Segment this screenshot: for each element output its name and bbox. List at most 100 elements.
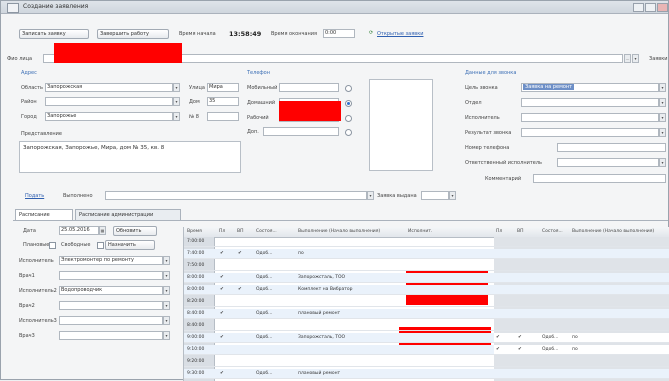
row-vp: ✔ [238,287,242,292]
tab-schedule[interactable]: Расписание [15,209,73,220]
city-field[interactable]: Запорожье [45,112,173,121]
representation-box: Запорожская, Запорожье, Мира, дом № 35, … [19,141,241,173]
finish-work-button[interactable]: Завершить работу [97,29,169,39]
street-field[interactable]: Мира [207,83,239,92]
start-time-label: Время начала [179,31,216,37]
doctor1-field[interactable] [59,271,163,280]
planned-checkbox[interactable] [49,242,56,249]
executor1-label: Исполнитель [19,258,54,264]
col-time: Время [187,229,202,234]
minimize-button[interactable] [633,3,644,12]
close-button[interactable] [657,3,668,12]
executor1-dropdown[interactable]: ▾ [163,256,170,265]
row-pl: ✔ [220,251,224,256]
assign-button[interactable]: Назначить [105,240,155,250]
district-dropdown[interactable]: ▾ [173,97,180,106]
done-dropdown[interactable]: ▾ [367,191,374,200]
row-time: 9:10:00 [187,347,205,352]
call-goal-field[interactable]: Заявка на ремонт [521,83,659,92]
call-result-label: Результат звонка [465,130,512,136]
table-row[interactable]: 7:00:00 [184,237,669,247]
executor2-field[interactable]: Водопроводчик [59,286,163,295]
window-icon [7,3,19,13]
house-field[interactable]: 35 [207,97,239,106]
doctor2-dropdown[interactable]: ▾ [163,301,170,310]
table-row[interactable]: 8:00:00 ✔ ✔ Одоб... Комплект на Вибратор [184,285,669,295]
assign-label: Назначить [108,242,136,248]
call-goal-dropdown[interactable]: ▾ [659,83,666,92]
refresh-button[interactable]: Обновить [113,226,157,236]
open-requests-link[interactable]: Открытые заявки [377,31,423,37]
col-pl: Пл [219,229,226,234]
region-dropdown[interactable]: ▾ [173,83,180,92]
executor2-label: Исполнитель2 [19,288,57,294]
table-row[interactable]: 9:10:00 ✔ ✔ Одоб... по [184,345,669,355]
comment-field[interactable] [533,174,666,183]
issued-dropdown[interactable]: ▾ [449,191,456,200]
table-row[interactable]: 9:30:00 ✔ Одоб... плановый ремонт [184,369,669,379]
save-request-button[interactable]: Записать заявку [19,29,89,39]
submit-link[interactable]: Подать [25,193,44,199]
phone-number-field[interactable] [557,143,666,152]
row-state: Одоб... [256,335,273,340]
mobile-radio[interactable] [345,85,352,92]
department-dropdown[interactable]: ▾ [659,98,666,107]
executor2-dropdown[interactable]: ▾ [163,286,170,295]
street-label: Улица [189,85,205,91]
table-row[interactable]: 7:40:00 ✔ ✔ Одоб... по [184,249,669,259]
calendar-icon[interactable]: ▦ [99,226,106,235]
call-result-dropdown[interactable]: ▾ [659,128,666,137]
city-dropdown[interactable]: ▾ [173,112,180,121]
fio-open-button[interactable]: ▾ [632,54,639,63]
region-field[interactable]: Запорожская [45,83,173,92]
row-time: 8:00:00 [187,287,205,292]
requests-button[interactable]: Заявки [649,56,668,62]
home-label: Домашний [247,100,276,106]
executor1-field[interactable]: Электромонтер по ремонту [59,256,163,265]
issued-field[interactable] [421,191,449,200]
doctor2-field[interactable] [59,301,163,310]
call-goal-label: Цель звонка [465,85,498,91]
department-field[interactable] [521,98,659,107]
date-field[interactable]: 25.05.2016 [59,226,99,235]
maximize-button[interactable] [645,3,656,12]
region-label: Область [21,85,43,91]
executor3-field[interactable] [59,316,163,325]
doctor3-field[interactable] [59,331,163,340]
col-state2: Состоя... [542,229,563,234]
doctor3-dropdown[interactable]: ▾ [163,331,170,340]
end-time-field[interactable]: 0:00 [323,29,355,38]
row-pl2: ✔ [496,335,500,340]
table-row[interactable]: 9:00:00 ✔ Одоб... Запорожсталь, ТОО ✔ ✔ Одоб..… [184,333,669,343]
table-row[interactable]: 8:40:00 [184,321,669,331]
district-field[interactable] [45,97,173,106]
executor3-dropdown[interactable]: ▾ [163,316,170,325]
executor-field[interactable] [521,113,659,122]
tab-admin-schedule-label: Расписание администрации [79,212,154,218]
row-state: Одоб... [256,287,273,292]
extra-radio[interactable] [345,129,352,136]
free-checkbox[interactable] [97,242,104,249]
table-row[interactable]: 8:00:00 ✔ Одоб... Запорожсталь, ТОО [184,273,669,283]
call-result-field[interactable] [521,128,659,137]
resp-executor-dropdown[interactable]: ▾ [659,158,666,167]
tab-admin-schedule[interactable]: Расписание администрации [75,209,181,220]
mobile-field[interactable] [279,83,339,92]
row-work2: по [572,335,578,340]
table-row[interactable]: 9:20:00 [184,357,669,367]
fio-select-button[interactable]: … [624,54,631,63]
work-radio[interactable] [345,115,352,122]
home-radio[interactable] [345,100,352,107]
executor-dropdown[interactable]: ▾ [659,113,666,122]
row-time: 7:50:00 [187,263,205,268]
table-row[interactable]: 7:50:00 [184,261,669,271]
table-row[interactable]: 8:20:00 [184,297,669,307]
table-row[interactable]: 8:40:00 ✔ Одоб... плановый ремонт [184,309,669,319]
flat-field[interactable] [207,112,239,121]
doctor1-dropdown[interactable]: ▾ [163,271,170,280]
done-field[interactable] [105,191,367,200]
row-vp2: ✔ [518,335,522,340]
date-label: Дата [23,228,36,234]
resp-executor-field[interactable] [557,158,659,167]
extra-field[interactable] [263,127,339,136]
